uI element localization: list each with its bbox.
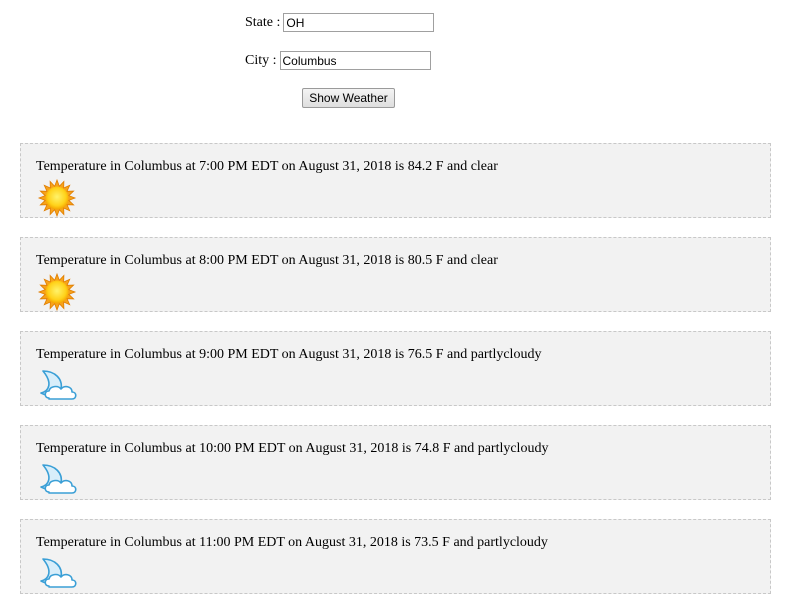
forecast-card: Temperature in Columbus at 11:00 PM EDT … [20, 519, 771, 594]
forecast-text: Temperature in Columbus at 11:00 PM EDT … [36, 535, 548, 550]
forecast-card: Temperature in Columbus at 7:00 PM EDT o… [20, 143, 771, 218]
forecast-card: Temperature in Columbus at 9:00 PM EDT o… [20, 331, 771, 406]
forecast-text: Temperature in Columbus at 7:00 PM EDT o… [36, 159, 498, 174]
city-row: City : [245, 51, 431, 70]
show-weather-button[interactable]: Show Weather [302, 88, 395, 108]
city-label: City : [245, 52, 277, 68]
moon-cloud-icon [37, 555, 77, 593]
forecast-text: Temperature in Columbus at 8:00 PM EDT o… [36, 253, 498, 268]
forecast-text: Temperature in Columbus at 9:00 PM EDT o… [36, 347, 542, 362]
forecast-card: Temperature in Columbus at 10:00 PM EDT … [20, 425, 771, 500]
city-input[interactable] [279, 51, 431, 70]
moon-cloud-icon [37, 367, 77, 405]
forecast-text: Temperature in Columbus at 10:00 PM EDT … [36, 441, 549, 456]
moon-cloud-icon [37, 461, 77, 499]
sun-icon [37, 178, 77, 218]
state-row: State : [245, 13, 435, 32]
state-input[interactable] [283, 13, 435, 32]
state-label: State : [245, 14, 281, 30]
sun-icon [37, 272, 77, 312]
forecast-card: Temperature in Columbus at 8:00 PM EDT o… [20, 237, 771, 312]
forecast-list: Temperature in Columbus at 7:00 PM EDT o… [20, 143, 771, 613]
